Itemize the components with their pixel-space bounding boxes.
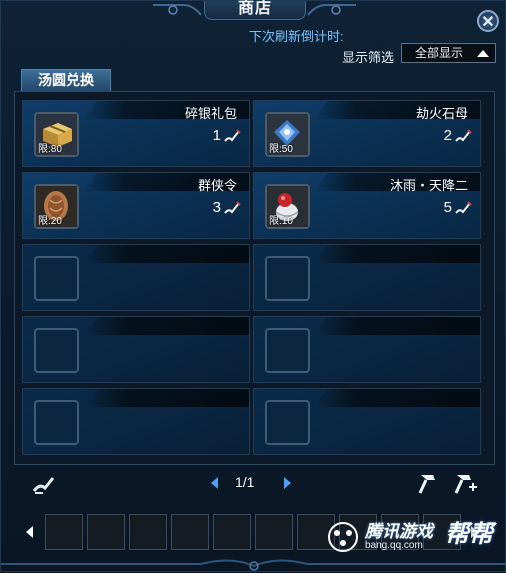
item-name: 群侠令: [197, 178, 237, 193]
watermark-big: 帮帮: [445, 521, 493, 548]
next-page-arrow-icon[interactable]: [284, 477, 291, 489]
shop-item[interactable]: 碎银礼包 限:80 1: [22, 100, 250, 167]
empty-slot: [22, 244, 250, 311]
empty-icon-frame: [34, 256, 79, 301]
empty-icon-frame: [265, 400, 310, 445]
item-quantity: 3: [212, 199, 221, 216]
name-bar: [314, 245, 480, 263]
item-name: 碎银礼包: [184, 106, 237, 121]
empty-icon-frame: [34, 328, 79, 373]
hammer-plus-icon[interactable]: [453, 471, 479, 495]
bag-scroll-left-icon[interactable]: [26, 526, 33, 538]
pager: 1/1: [207, 473, 297, 493]
name-bar: [314, 389, 480, 407]
triangle-up-icon: [477, 50, 489, 57]
empty-icon-frame: [265, 256, 310, 301]
watermark: 腾讯游戏 帮帮 bang.qq.com: [327, 517, 497, 557]
brush-icon: [224, 129, 241, 142]
brush-icon: [455, 129, 472, 142]
empty-slot: [253, 388, 481, 455]
name-bar: [83, 317, 249, 335]
bag-slot[interactable]: [129, 514, 167, 550]
purchase-limit: 限:10: [269, 216, 293, 227]
watermark-brand: 腾讯游戏: [365, 522, 433, 541]
watermark-url: bang.qq.com: [365, 540, 423, 551]
shop-window: 商店 ✕ 下次刷新倒计时: 显示筛选 全部显示 汤圆兑换 碎银礼包 限:80 1: [0, 0, 506, 572]
empty-slot: [253, 244, 481, 311]
item-quantity: 5: [443, 199, 452, 216]
purchase-limit: 限:80: [38, 144, 62, 155]
item-quantity: 2: [443, 127, 452, 144]
page-indicator: 1/1: [235, 474, 255, 490]
item-icon-frame[interactable]: 限:20: [34, 184, 79, 229]
close-button[interactable]: ✕: [477, 10, 499, 32]
tab-tangyuan-exchange[interactable]: 汤圆兑换: [21, 69, 111, 91]
item-grid: 碎银礼包 限:80 1 劫火石母 限:50 2 群侠令 限:20 3 沐雨・天降…: [14, 91, 495, 465]
empty-icon-frame: [34, 400, 79, 445]
bag-slot[interactable]: [45, 514, 83, 550]
brush-icon: [455, 201, 472, 214]
shop-item[interactable]: 劫火石母 限:50 2: [253, 100, 481, 167]
item-name: 劫火石母: [415, 106, 468, 121]
empty-slot: [253, 316, 481, 383]
close-icon: ✕: [481, 14, 495, 31]
bag-slot[interactable]: [171, 514, 209, 550]
item-icon-frame[interactable]: 限:50: [265, 112, 310, 157]
bag-slot[interactable]: [213, 514, 251, 550]
window-title: 商店: [204, 0, 306, 20]
sell-icon[interactable]: [31, 473, 57, 497]
hammer-icon[interactable]: [415, 471, 441, 495]
filter-label: 显示筛选: [342, 50, 395, 65]
name-bar: [83, 245, 249, 263]
brush-icon: [224, 201, 241, 214]
bag-slot[interactable]: [87, 514, 125, 550]
empty-slot: [22, 388, 250, 455]
name-bar: [314, 317, 480, 335]
empty-icon-frame: [265, 328, 310, 373]
title-ornament-right: [307, 4, 356, 16]
prev-page-arrow-icon[interactable]: [211, 477, 218, 489]
bag-slot[interactable]: [255, 514, 293, 550]
name-bar: [83, 389, 249, 407]
refresh-countdown-label: 下次刷新倒计时:: [249, 29, 344, 44]
filter-select[interactable]: 全部显示: [401, 43, 496, 63]
purchase-limit: 限:50: [269, 144, 293, 155]
shop-item[interactable]: 群侠令 限:20 3: [22, 172, 250, 239]
empty-slot: [22, 316, 250, 383]
purchase-limit: 限:20: [38, 216, 62, 227]
shop-item[interactable]: 沐雨・天降二 限:10 5: [253, 172, 481, 239]
item-icon-frame[interactable]: 限:10: [265, 184, 310, 229]
filter-value: 全部显示: [415, 46, 464, 60]
item-icon-frame[interactable]: 限:80: [34, 112, 79, 157]
item-name: 沐雨・天降二: [389, 178, 468, 193]
gamepad-logo-icon: [328, 522, 358, 552]
item-quantity: 1: [212, 127, 221, 144]
title-ornament-left: [153, 4, 202, 16]
